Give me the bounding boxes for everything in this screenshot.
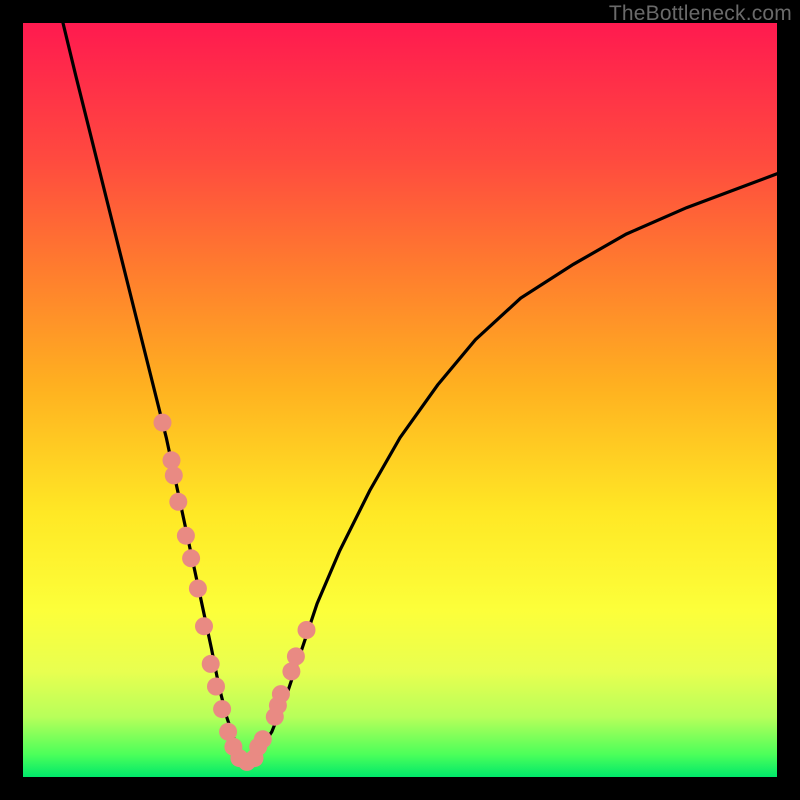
marker-dot xyxy=(189,580,207,598)
marker-dot xyxy=(182,549,200,567)
marker-group xyxy=(154,414,316,771)
marker-dot xyxy=(163,451,181,469)
marker-dot xyxy=(254,730,272,748)
marker-dot xyxy=(195,617,213,635)
marker-dot xyxy=(298,621,316,639)
marker-dot xyxy=(287,647,305,665)
chart-frame: TheBottleneck.com xyxy=(0,0,800,800)
marker-dot xyxy=(177,527,195,545)
chart-svg xyxy=(23,23,777,777)
plot-area xyxy=(23,23,777,777)
marker-dot xyxy=(202,655,220,673)
marker-dot xyxy=(207,678,225,696)
marker-dot xyxy=(169,493,187,511)
marker-dot xyxy=(272,685,290,703)
marker-dot xyxy=(213,700,231,718)
curve-line xyxy=(63,23,777,762)
marker-dot xyxy=(165,466,183,484)
marker-dot xyxy=(154,414,172,432)
